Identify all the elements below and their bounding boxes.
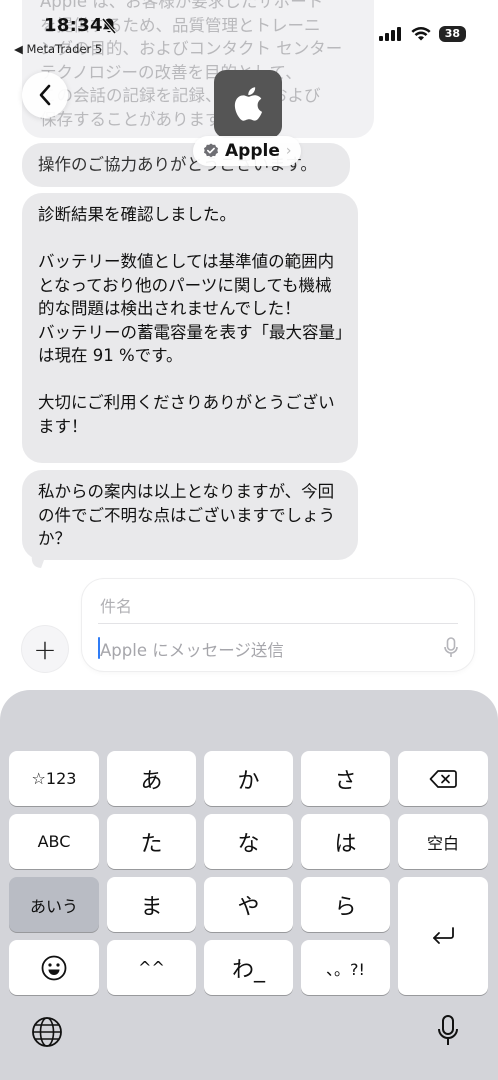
emoji-face-icon bbox=[41, 955, 67, 980]
key-wa[interactable]: わ_ bbox=[204, 940, 293, 995]
compose-box[interactable]: 件名 Apple にメッセージ送信 bbox=[82, 579, 474, 671]
back-button[interactable] bbox=[22, 72, 68, 118]
key-aiu[interactable]: あいう bbox=[9, 877, 99, 932]
key-a[interactable]: あ bbox=[107, 751, 196, 806]
key-ta[interactable]: た bbox=[107, 814, 196, 869]
key-ka[interactable]: か bbox=[204, 751, 293, 806]
return-key[interactable] bbox=[398, 877, 488, 995]
key-kaomoji[interactable]: ^^ bbox=[107, 940, 196, 995]
delete-key[interactable] bbox=[398, 751, 488, 806]
return-icon bbox=[433, 927, 454, 944]
message-bubble-diagnosis: 診断結果を確認しました。 バッテリー数値としては基準値の範囲内となっており他のパ… bbox=[22, 193, 358, 463]
message-bubble-question: 私からの案内は以上となりますが、今回の件でご不明な点はございますでしょうか？ bbox=[22, 470, 358, 560]
globe-icon[interactable] bbox=[31, 1016, 63, 1048]
emoji-key[interactable] bbox=[9, 940, 99, 995]
subject-field[interactable]: 件名 bbox=[100, 593, 132, 617]
key-ma[interactable]: ま bbox=[107, 877, 196, 932]
contact-name-pill[interactable]: Apple › bbox=[193, 136, 302, 166]
key-numbers[interactable]: ☆123 bbox=[9, 751, 99, 806]
status-indicators: 38 bbox=[378, 26, 466, 42]
wifi-icon bbox=[411, 26, 431, 40]
verified-badge-icon bbox=[204, 143, 218, 158]
key-punctuation[interactable]: 、。?! bbox=[301, 940, 390, 995]
apple-logo-icon bbox=[234, 87, 263, 121]
dictation-mic-icon[interactable] bbox=[444, 637, 458, 659]
compose-divider bbox=[98, 623, 458, 624]
message-input[interactable]: Apple にメッセージ送信 bbox=[100, 637, 284, 661]
bell-slash-icon bbox=[101, 18, 117, 34]
keyboard-mic-icon[interactable] bbox=[437, 1014, 459, 1048]
plus-icon: + bbox=[33, 632, 57, 666]
key-ha[interactable]: は bbox=[301, 814, 390, 869]
delete-backward-icon bbox=[429, 769, 457, 788]
add-attachment-button[interactable]: + bbox=[22, 626, 68, 672]
key-ya[interactable]: や bbox=[204, 877, 293, 932]
chevron-left-icon bbox=[39, 84, 51, 106]
signal-icon bbox=[378, 27, 401, 41]
key-na[interactable]: な bbox=[204, 814, 293, 869]
back-to-app-link[interactable]: ◀ MetaTrader 5 bbox=[14, 42, 102, 56]
status-time: 18:34 bbox=[44, 15, 103, 36]
key-abc[interactable]: ABC bbox=[9, 814, 99, 869]
key-ra[interactable]: ら bbox=[301, 877, 390, 932]
chevron-right-icon: › bbox=[285, 143, 292, 159]
key-sa[interactable]: さ bbox=[301, 751, 390, 806]
contact-name: Apple bbox=[225, 141, 280, 161]
contact-avatar[interactable] bbox=[214, 70, 282, 138]
battery-indicator: 38 bbox=[438, 26, 466, 42]
key-space[interactable]: 空白 bbox=[398, 814, 488, 869]
